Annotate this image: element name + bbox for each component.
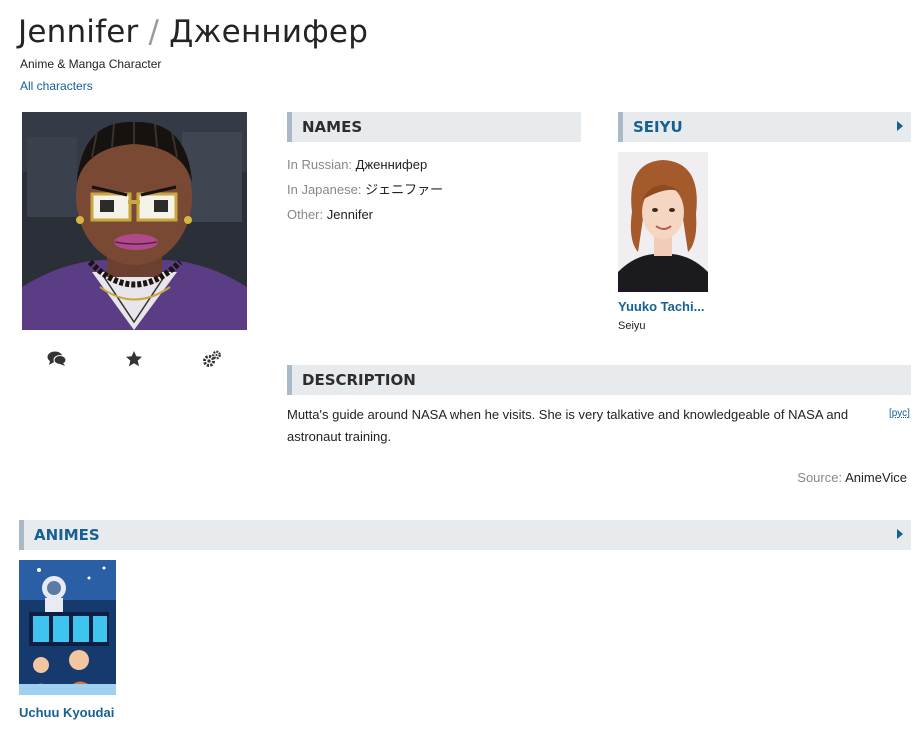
character-portrait-image [22, 112, 247, 330]
character-actions [22, 346, 247, 372]
names-heading-label: NAMES [302, 118, 363, 136]
source-label: Source: [797, 470, 843, 485]
name-russian-value: Дженнифер [355, 157, 428, 172]
description-heading-label: DESCRIPTION [302, 371, 416, 389]
all-characters-link[interactable]: All characters [20, 79, 93, 93]
description-text: Mutta's guide around NASA when he visits… [287, 407, 849, 444]
description-section-heading: DESCRIPTION [287, 365, 911, 395]
title-english: Jennifer [18, 14, 139, 50]
seiyu-name-link[interactable]: Yuuko Tachi... [618, 299, 704, 314]
animes-heading-label: ANIMES [34, 526, 100, 544]
anime-cover[interactable] [19, 560, 116, 695]
star-icon[interactable] [121, 346, 147, 372]
arrow-right-icon [897, 529, 903, 539]
name-russian-label: In Russian: [287, 157, 353, 172]
gears-icon[interactable] [199, 346, 225, 372]
name-japanese-label: In Japanese: [287, 182, 362, 197]
seiyu-section-heading[interactable]: SEIYU [618, 112, 911, 142]
seiyu-photo[interactable] [618, 152, 708, 292]
names-list: In Russian: Дженнифер In Japanese: ジェニファ… [287, 152, 443, 227]
seiyu-heading-label: SEIYU [633, 118, 683, 136]
name-japanese-row: In Japanese: ジェニファー [287, 177, 443, 202]
character-poster [22, 112, 247, 330]
name-other-row: Other: Jennifer [287, 202, 443, 227]
anime-cover-image [19, 560, 116, 695]
arrow-right-icon [897, 121, 903, 131]
description-source: Source: AnimeVice [797, 470, 907, 485]
source-link[interactable]: AnimeVice [845, 470, 907, 485]
name-other-label: Other: [287, 207, 324, 222]
names-section-heading: NAMES [287, 112, 581, 142]
title-separator: / [148, 14, 160, 50]
name-other-value: Jennifer [326, 207, 373, 222]
seiyu-role: Seiyu [618, 320, 646, 332]
title-russian: Дженнифер [169, 14, 369, 50]
page-title: Jennifer / Дженнифер [18, 14, 368, 50]
comments-icon[interactable] [44, 346, 70, 372]
description-language-link[interactable]: [рус] [889, 408, 910, 419]
page-subtitle: Anime & Manga Character [20, 57, 162, 71]
animes-section-heading[interactable]: ANIMES [19, 520, 911, 550]
seiyu-photo-image [618, 152, 708, 292]
name-russian-row: In Russian: Дженнифер [287, 152, 443, 177]
name-japanese-value: ジェニファー [365, 182, 444, 197]
anime-name-link[interactable]: Uchuu Kyoudai [19, 705, 114, 720]
